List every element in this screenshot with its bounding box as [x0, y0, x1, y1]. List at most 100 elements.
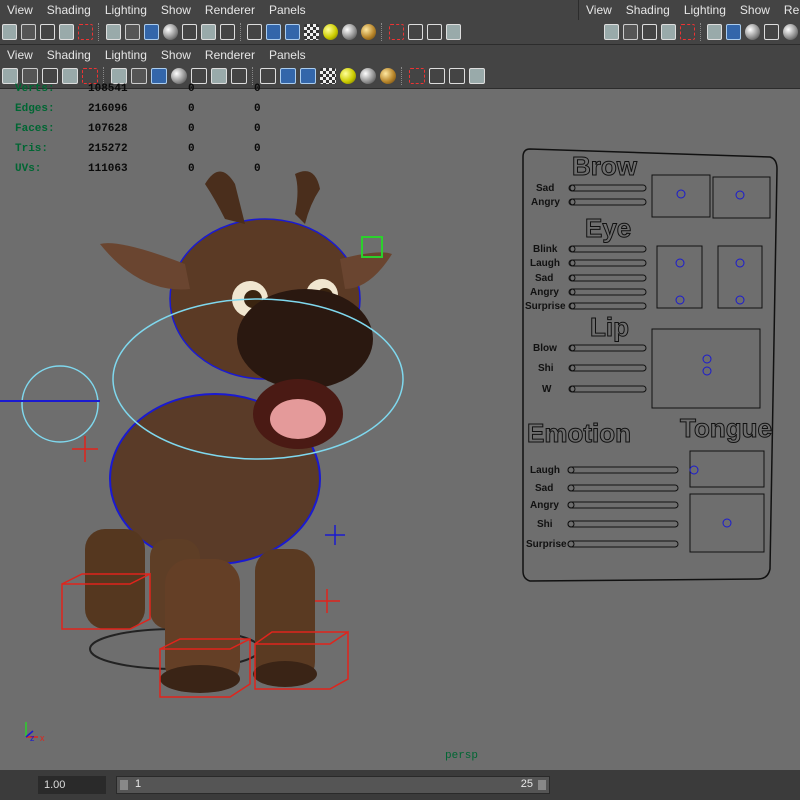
menu-renderer[interactable]: Renderer	[198, 48, 262, 62]
camera-attr-icon[interactable]	[622, 24, 638, 40]
safe-action-icon[interactable]	[211, 68, 227, 84]
xray-icon[interactable]	[407, 24, 423, 40]
menu-view[interactable]: View	[579, 3, 619, 17]
bookmark-icon[interactable]	[39, 24, 55, 40]
gate-mask-icon[interactable]	[162, 24, 178, 40]
backface-icon[interactable]	[469, 68, 485, 84]
grid-icon[interactable]	[111, 68, 127, 84]
isolate-select-icon[interactable]	[388, 24, 404, 40]
film-gate-icon[interactable]	[131, 68, 147, 84]
wireframe-icon[interactable]	[247, 24, 263, 40]
textured-icon[interactable]	[320, 68, 336, 84]
textured-icon[interactable]	[304, 24, 320, 40]
backface-icon[interactable]	[445, 24, 461, 40]
range-slider-right-handle[interactable]	[538, 780, 546, 790]
all-lights-icon[interactable]	[783, 24, 799, 40]
isolate-select-icon[interactable]	[409, 68, 425, 84]
hud-label: UVs:	[15, 163, 42, 175]
menu-lighting[interactable]: Lighting	[98, 3, 154, 17]
default-lighting-icon[interactable]	[340, 68, 356, 84]
range-slider[interactable]: 1 25	[116, 776, 550, 794]
safe-title-icon[interactable]	[219, 24, 235, 40]
face-panel-frame	[522, 148, 778, 582]
gate-mask-icon[interactable]	[745, 24, 761, 40]
menu-shading[interactable]: Shading	[40, 3, 98, 17]
menu-panels[interactable]: Panels	[262, 48, 313, 62]
viewport-toolbar-top	[0, 20, 800, 45]
hud-label: Tris:	[15, 143, 49, 155]
2d-pan-icon[interactable]	[82, 68, 98, 84]
xray-joints-icon[interactable]	[449, 68, 465, 84]
range-slider-left-handle[interactable]	[120, 780, 128, 790]
2d-pan-icon[interactable]	[77, 24, 93, 40]
image-plane-icon[interactable]	[660, 24, 676, 40]
hud-row-verts: Verts: 108541 0 0	[15, 83, 261, 103]
resolution-gate-icon[interactable]	[143, 24, 159, 40]
default-lighting-icon[interactable]	[323, 24, 339, 40]
xray-joints-icon[interactable]	[426, 24, 442, 40]
grid-icon[interactable]	[707, 24, 723, 40]
bookmark-icon[interactable]	[641, 24, 657, 40]
lip-slider-label: Shi	[538, 363, 554, 374]
hud-value: 0	[254, 163, 261, 175]
shadows-icon[interactable]	[380, 68, 396, 84]
safe-action-icon[interactable]	[200, 24, 216, 40]
menu-show[interactable]: Show	[154, 48, 198, 62]
menu-show[interactable]: Show	[733, 3, 777, 17]
hud-value: 108541	[88, 83, 128, 95]
hud-value: 0	[188, 163, 195, 175]
playback-speed-field[interactable]: 1.00	[38, 776, 106, 794]
all-lights-icon[interactable]	[360, 68, 376, 84]
gate-mask-icon[interactable]	[171, 68, 187, 84]
film-gate-icon[interactable]	[124, 24, 140, 40]
safe-title-icon[interactable]	[231, 68, 247, 84]
menu-shading[interactable]: Shading	[619, 3, 677, 17]
shadows-icon[interactable]	[360, 24, 376, 40]
flat-shade-icon[interactable]	[285, 24, 301, 40]
menu-view[interactable]: View	[0, 48, 40, 62]
field-chart-icon[interactable]	[764, 24, 780, 40]
smooth-shade-icon[interactable]	[726, 24, 742, 40]
hud-value: 0	[254, 143, 261, 155]
xray-icon[interactable]	[429, 68, 445, 84]
menu-shading[interactable]: Shading	[40, 48, 98, 62]
camera-select-icon[interactable]	[603, 24, 619, 40]
separator	[699, 23, 703, 41]
menu-lighting[interactable]: Lighting	[677, 3, 733, 17]
menu-view[interactable]: View	[0, 3, 40, 17]
viewport[interactable]: x z Brow Eye Lip Emotion Tongue Sad Angr…	[0, 83, 800, 770]
menu-bar-second: View Shading Lighting Show Renderer Pane…	[0, 45, 800, 65]
separator	[97, 23, 101, 41]
eye-slider-label: Sad	[535, 273, 553, 284]
hud-value: 0	[188, 143, 195, 155]
2d-pan-icon[interactable]	[679, 24, 695, 40]
resolution-gate-icon[interactable]	[151, 68, 167, 84]
camera-select-icon[interactable]	[2, 68, 18, 84]
hud-value: 0	[254, 83, 261, 95]
camera-select-icon[interactable]	[2, 24, 17, 40]
menu-panels[interactable]: Panels	[262, 3, 313, 17]
camera-attr-icon[interactable]	[20, 24, 36, 40]
menu-show[interactable]: Show	[154, 3, 198, 17]
flat-shade-icon[interactable]	[300, 68, 316, 84]
smooth-shade-icon[interactable]	[280, 68, 296, 84]
menu-bar-right: View Shading Lighting Show Rende	[578, 0, 800, 20]
field-chart-icon[interactable]	[181, 24, 197, 40]
grid-icon[interactable]	[105, 24, 121, 40]
image-plane-icon[interactable]	[62, 68, 78, 84]
hud-value: 0	[254, 123, 261, 135]
bookmark-icon[interactable]	[42, 68, 58, 84]
brow-title: Brow	[572, 151, 638, 181]
hud-label: Edges:	[15, 103, 55, 115]
all-lights-icon[interactable]	[342, 24, 357, 40]
wireframe-icon[interactable]	[260, 68, 276, 84]
menu-renderer[interactable]: Renderer	[198, 3, 262, 17]
smooth-shade-icon[interactable]	[266, 24, 282, 40]
menu-renderer[interactable]: Rende	[777, 3, 800, 17]
field-chart-icon[interactable]	[191, 68, 207, 84]
menu-lighting[interactable]: Lighting	[98, 48, 154, 62]
image-plane-icon[interactable]	[58, 24, 74, 40]
separator	[380, 23, 384, 41]
camera-name-label: persp	[445, 750, 479, 762]
camera-attr-icon[interactable]	[22, 68, 38, 84]
